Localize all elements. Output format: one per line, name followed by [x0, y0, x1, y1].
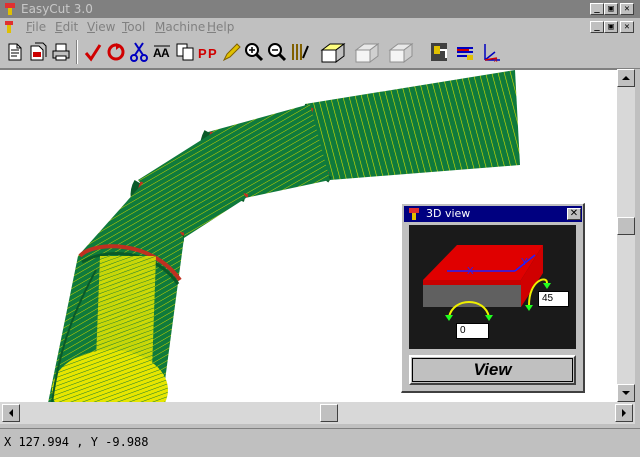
- svg-text:A: A: [161, 46, 170, 60]
- dialog-close-button[interactable]: ✕: [567, 208, 581, 220]
- minimize-button[interactable]: _: [590, 3, 604, 15]
- horizontal-scrollbar[interactable]: [0, 402, 635, 424]
- svg-text:x: x: [494, 57, 498, 64]
- view-button[interactable]: View: [409, 355, 576, 385]
- axis-y-label: Y: [521, 257, 528, 268]
- maximize-button[interactable]: ▣: [604, 3, 618, 15]
- copy-icon[interactable]: [174, 40, 196, 64]
- window-title: EasyCut 3.0: [21, 2, 93, 16]
- cursor-coordinates: X 127.994 , Y -9.988: [4, 435, 149, 449]
- axis-x-label: X: [467, 266, 474, 277]
- rotation-x-input[interactable]: 0: [456, 323, 489, 339]
- rotation-preview[interactable]: X Y 45 0: [409, 225, 576, 349]
- rotation-y-input[interactable]: 45: [538, 291, 569, 307]
- cut-icon[interactable]: [128, 40, 150, 64]
- refresh-icon[interactable]: [105, 40, 127, 64]
- view-button-label: View: [473, 360, 512, 379]
- axes-icon[interactable]: x: [480, 40, 502, 64]
- scroll-up-button[interactable]: [617, 69, 635, 87]
- new-file-icon[interactable]: [4, 40, 26, 64]
- pp-icon[interactable]: PP: [197, 40, 219, 64]
- toolbar: AA PP x: [0, 36, 640, 69]
- orientation-cube: X Y: [423, 245, 551, 321]
- doc-close-button[interactable]: ✕: [620, 21, 634, 33]
- svg-text:P: P: [208, 46, 217, 61]
- check-icon[interactable]: [82, 40, 104, 64]
- svg-text:P: P: [198, 46, 207, 61]
- doc-icon: [5, 21, 13, 33]
- pencil-icon[interactable]: [220, 40, 242, 64]
- fit-icon[interactable]: [289, 40, 311, 64]
- menu-file[interactable]: File: [26, 20, 46, 34]
- zoom-out-icon[interactable]: [266, 40, 288, 64]
- title-bar: EasyCut 3.0 _ ▣ ✕: [0, 0, 640, 18]
- box-view-2-icon[interactable]: [352, 40, 382, 64]
- zoom-in-icon[interactable]: [243, 40, 265, 64]
- box-view-icon[interactable]: [318, 40, 348, 64]
- box-view-3-icon[interactable]: [386, 40, 416, 64]
- dialog-app-icon: [409, 208, 419, 220]
- menu-tool[interactable]: Tool: [122, 20, 145, 34]
- scroll-right-button[interactable]: [615, 404, 633, 422]
- dialog-title: 3D view: [426, 207, 471, 220]
- text-icon[interactable]: AA: [151, 40, 173, 64]
- toolbar-separator: [76, 40, 78, 64]
- menu-view[interactable]: View: [87, 20, 115, 34]
- dialog-title-bar[interactable]: 3D view ✕: [404, 206, 582, 222]
- view-3d-dialog: 3D view ✕ X Y 45 0 View: [401, 203, 585, 393]
- menu-edit[interactable]: Edit: [55, 20, 78, 34]
- doc-minimize-button[interactable]: _: [590, 21, 604, 33]
- vertical-scroll-thumb[interactable]: [617, 217, 635, 235]
- doc-restore-button[interactable]: ▣: [604, 21, 618, 33]
- scroll-left-button[interactable]: [2, 404, 20, 422]
- menu-bar: File Edit View Tool Machine Help _ ▣ ✕: [0, 18, 640, 36]
- print-icon[interactable]: [50, 40, 72, 64]
- scroll-down-button[interactable]: [617, 384, 635, 402]
- horizontal-scroll-thumb[interactable]: [320, 404, 338, 422]
- machine-icon[interactable]: [428, 40, 450, 64]
- open-file-icon[interactable]: [27, 40, 49, 64]
- status-bar: X 127.994 , Y -9.988: [0, 428, 640, 457]
- layers-icon[interactable]: [454, 40, 476, 64]
- close-button[interactable]: ✕: [620, 3, 634, 15]
- menu-machine[interactable]: Machine: [155, 20, 205, 34]
- menu-help[interactable]: Help: [207, 20, 234, 34]
- app-icon: [5, 3, 15, 15]
- vertical-scrollbar[interactable]: [617, 69, 635, 402]
